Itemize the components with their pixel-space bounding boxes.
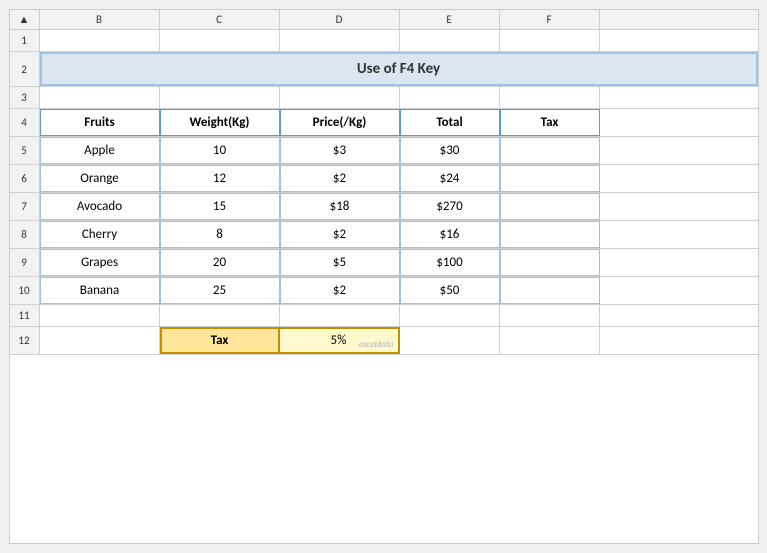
row-header-7: 7 bbox=[10, 193, 40, 220]
cell-weight-3[interactable]: 15 bbox=[160, 193, 280, 220]
cell-e12[interactable] bbox=[400, 327, 500, 354]
header-price: Price(/Kg) bbox=[280, 109, 400, 136]
cell-total-5[interactable]: $100 bbox=[400, 249, 500, 276]
cell-weight-2[interactable]: 12 bbox=[160, 165, 280, 192]
header-total: Total bbox=[400, 109, 500, 136]
row-8: 8 Cherry 8 $2 $16 bbox=[10, 221, 758, 249]
col-header-d: D bbox=[280, 10, 400, 29]
cell-fruit-1[interactable]: Apple bbox=[40, 137, 160, 164]
cell-d1[interactable] bbox=[280, 30, 400, 51]
cell-total-4[interactable]: $16 bbox=[400, 221, 500, 248]
cell-weight-5[interactable]: 20 bbox=[160, 249, 280, 276]
row-7: 7 Avocado 15 $18 $270 bbox=[10, 193, 758, 221]
cell-e1[interactable] bbox=[400, 30, 500, 51]
cell-tax-2[interactable] bbox=[500, 165, 600, 192]
column-headers: ▲ B C D E F bbox=[10, 10, 758, 30]
col-header-f: F bbox=[500, 10, 600, 29]
row-5: 5 Apple 10 $3 $30 bbox=[10, 137, 758, 165]
cell-fruit-4[interactable]: Cherry bbox=[40, 221, 160, 248]
cell-c3[interactable] bbox=[160, 87, 280, 108]
cell-price-3[interactable]: $18 bbox=[280, 193, 400, 220]
row-12: 12 Tax 5% exceldata bbox=[10, 327, 758, 355]
cell-fruit-2[interactable]: Orange bbox=[40, 165, 160, 192]
cell-weight-1[interactable]: 10 bbox=[160, 137, 280, 164]
row-11: 11 bbox=[10, 305, 758, 327]
cell-weight-4[interactable]: 8 bbox=[160, 221, 280, 248]
cell-c1[interactable] bbox=[160, 30, 280, 51]
row-1: 1 bbox=[10, 30, 758, 52]
header-tax: Tax bbox=[500, 109, 600, 136]
header-fruits: Fruits bbox=[40, 109, 160, 136]
grid: 1 2 Use of F4 Key 3 4 Fruits Weight(Kg) bbox=[10, 30, 758, 355]
cell-f12[interactable] bbox=[500, 327, 600, 354]
cell-fruit-3[interactable]: Avocado bbox=[40, 193, 160, 220]
cell-fruit-5[interactable]: Grapes bbox=[40, 249, 160, 276]
row-header-3: 3 bbox=[10, 87, 40, 108]
cell-f11[interactable] bbox=[500, 305, 600, 326]
cell-tax-6[interactable] bbox=[500, 277, 600, 304]
cell-price-4[interactable]: $2 bbox=[280, 221, 400, 248]
cell-e3[interactable] bbox=[400, 87, 500, 108]
cell-f1[interactable] bbox=[500, 30, 600, 51]
cell-weight-6[interactable]: 25 bbox=[160, 277, 280, 304]
col-header-c: C bbox=[160, 10, 280, 29]
col-header-e: E bbox=[400, 10, 500, 29]
row-header-4: 4 bbox=[10, 109, 40, 136]
cell-f3[interactable] bbox=[500, 87, 600, 108]
cell-tax-1[interactable] bbox=[500, 137, 600, 164]
cell-tax-5[interactable] bbox=[500, 249, 600, 276]
row-header-6: 6 bbox=[10, 165, 40, 192]
row-header-2: 2 bbox=[10, 52, 40, 86]
row-4: 4 Fruits Weight(Kg) Price(/Kg) Total Tax bbox=[10, 109, 758, 137]
cell-c11[interactable] bbox=[160, 305, 280, 326]
header-weight: Weight(Kg) bbox=[160, 109, 280, 136]
tax-value-cell[interactable]: 5% exceldata bbox=[280, 327, 400, 354]
row-header-9: 9 bbox=[10, 249, 40, 276]
cell-b12[interactable] bbox=[40, 327, 160, 354]
cell-total-6[interactable]: $50 bbox=[400, 277, 500, 304]
cell-price-2[interactable]: $2 bbox=[280, 165, 400, 192]
cell-b11[interactable] bbox=[40, 305, 160, 326]
row-header-11: 11 bbox=[10, 305, 40, 326]
row-10: 10 Banana 25 $2 $50 bbox=[10, 277, 758, 305]
watermark: exceldata bbox=[359, 339, 394, 350]
cell-d3[interactable] bbox=[280, 87, 400, 108]
cell-total-3[interactable]: $270 bbox=[400, 193, 500, 220]
cell-total-1[interactable]: $30 bbox=[400, 137, 500, 164]
cell-tax-4[interactable] bbox=[500, 221, 600, 248]
row-header-1: 1 bbox=[10, 30, 40, 51]
row-header-12: 12 bbox=[10, 327, 40, 354]
cell-total-2[interactable]: $24 bbox=[400, 165, 500, 192]
row-header-5: 5 bbox=[10, 137, 40, 164]
tax-value-text: 5% bbox=[331, 333, 347, 348]
row-2: 2 Use of F4 Key bbox=[10, 52, 758, 87]
cell-d11[interactable] bbox=[280, 305, 400, 326]
row-header-10: 10 bbox=[10, 277, 40, 304]
cell-e11[interactable] bbox=[400, 305, 500, 326]
row-9: 9 Grapes 20 $5 $100 bbox=[10, 249, 758, 277]
row-3: 3 bbox=[10, 87, 758, 109]
cell-price-5[interactable]: $5 bbox=[280, 249, 400, 276]
cell-b3[interactable] bbox=[40, 87, 160, 108]
col-header-b: B bbox=[40, 10, 160, 29]
cell-tax-3[interactable] bbox=[500, 193, 600, 220]
cell-price-6[interactable]: $2 bbox=[280, 277, 400, 304]
title-cell: Use of F4 Key bbox=[40, 52, 758, 86]
tax-label-cell[interactable]: Tax bbox=[160, 327, 280, 354]
cell-price-1[interactable]: $3 bbox=[280, 137, 400, 164]
corner-cell: ▲ bbox=[10, 10, 40, 29]
spreadsheet: ▲ B C D E F 1 2 Use of F4 Key 3 bbox=[9, 9, 759, 544]
row-6: 6 Orange 12 $2 $24 bbox=[10, 165, 758, 193]
cell-fruit-6[interactable]: Banana bbox=[40, 277, 160, 304]
row-header-8: 8 bbox=[10, 221, 40, 248]
cell-b1[interactable] bbox=[40, 30, 160, 51]
